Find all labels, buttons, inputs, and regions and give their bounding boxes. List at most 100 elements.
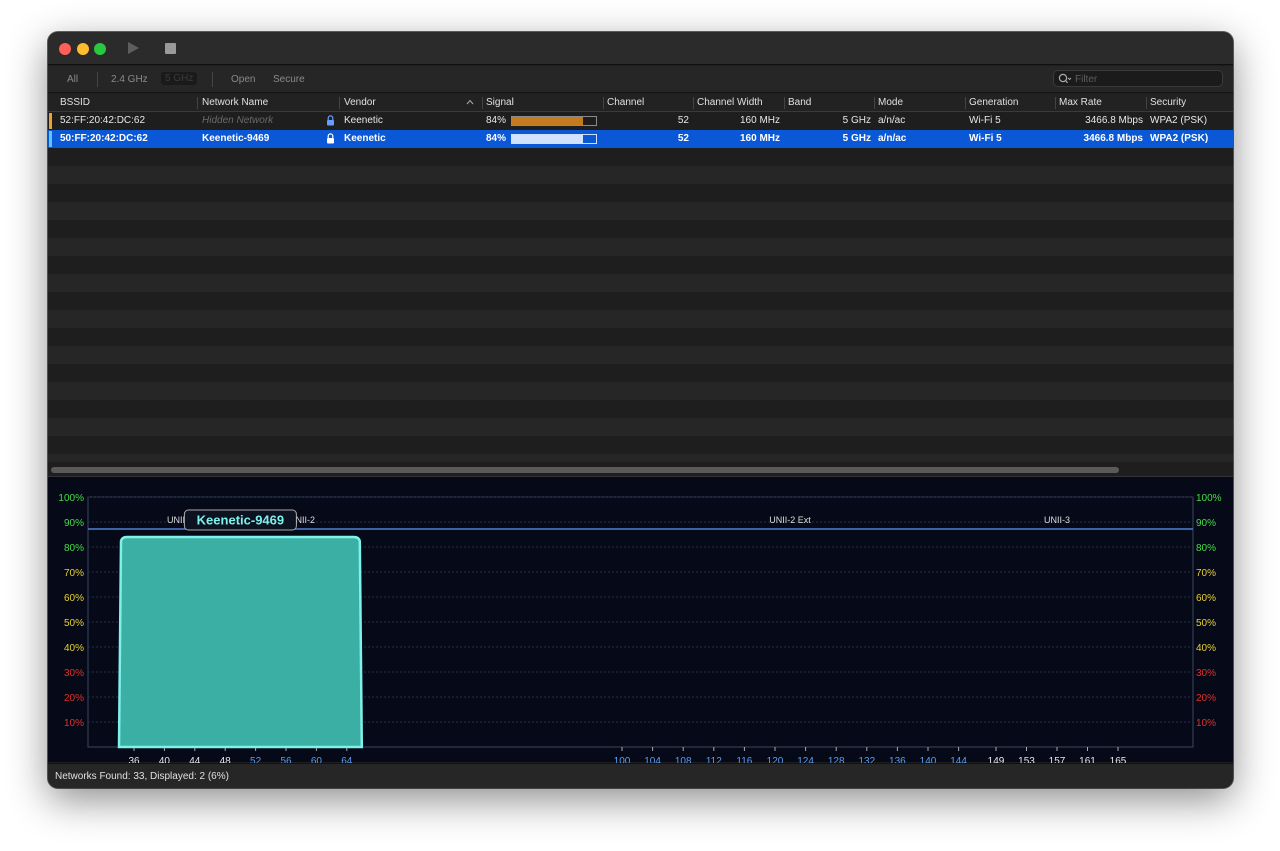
empty-row [48,202,1233,220]
filter-5ghz[interactable]: 5 GHz [161,72,198,85]
x-tick-label: 104 [644,756,661,763]
minimize-window-button[interactable] [77,43,89,55]
x-tick-label: 56 [280,756,292,763]
empty-row [48,454,1233,462]
x-tick-label: 120 [767,756,784,763]
filter-secure[interactable]: Secure [273,74,305,85]
y-tick-label-right: 80% [1196,543,1216,554]
column-divider [693,97,694,109]
cell-mode: a/n/ac [878,115,906,126]
cell-bssid: 50:FF:20:42:DC:62 [60,133,148,144]
column-bssid[interactable]: BSSID [60,97,90,108]
y-tick-label-left: 60% [64,593,84,604]
channel-chart-svg: 10% 10% 20% 20% 30% 30% 40% 40% 50% 50% 60% 60% 70% 7… [58,493,1222,779]
network-signal-shape [117,535,364,749]
cell-security: WPA2 (PSK) [1150,133,1209,144]
signal-meter [511,116,597,126]
x-tick-label: 108 [675,756,692,763]
toolbar-divider [97,72,98,87]
column-channel-width[interactable]: Channel Width [697,97,763,108]
column-channel[interactable]: Channel [607,97,644,108]
cell-channel-width: 160 MHz [739,115,780,126]
x-tick-label: 132 [858,756,875,763]
cell-generation: Wi-Fi 5 [969,115,1001,126]
search-icon[interactable] [1058,73,1072,85]
column-mode[interactable]: Mode [878,97,903,108]
x-tick-label: 153 [1018,756,1035,763]
x-tick-label: 100 [614,756,631,763]
x-tick-label: 52 [250,756,262,763]
stop-icon[interactable] [165,43,176,54]
column-divider [784,97,785,109]
y-tick-label-right: 70% [1196,568,1216,579]
cell-max-rate: 3466.8 Mbps [1083,133,1143,144]
status-text: Networks Found: 33, Displayed: 2 (6%) [55,771,229,782]
filter-open[interactable]: Open [231,74,255,85]
x-tick-label: 128 [828,756,845,763]
horizontal-scrollbar[interactable] [48,464,1233,476]
x-tick-label: 36 [128,756,140,763]
lock-icon [327,133,334,144]
empty-row [48,274,1233,292]
y-tick-label-right: 60% [1196,593,1216,604]
search-input[interactable] [1075,72,1215,86]
x-tick-label: 161 [1079,756,1096,763]
y-tick-label-right: 50% [1196,618,1216,629]
app-window: All 2.4 GHz 5 GHz Open Secure BSSID Netw… [48,32,1233,788]
filter-2-4ghz[interactable]: 2.4 GHz [111,74,148,85]
empty-row [48,292,1233,310]
column-max-rate[interactable]: Max Rate [1059,97,1102,108]
scrollbar-thumb[interactable] [51,467,1119,473]
column-band[interactable]: Band [788,97,811,108]
column-signal[interactable]: Signal [486,97,514,108]
filter-all[interactable]: All [67,74,78,85]
table-row[interactable]: 52:FF:20:42:DC:62 Hidden Network Keeneti… [48,112,1233,130]
x-tick-label: 112 [706,756,722,763]
play-icon[interactable] [126,41,140,55]
y-tick-label-right: 90% [1196,518,1216,529]
y-tick-label-left: 90% [64,518,84,529]
y-tick-label-left: 20% [64,693,84,704]
table-header: BSSID Network Name Vendor Signal Channel… [48,94,1233,112]
y-tick-label-left: 80% [64,543,84,554]
empty-row [48,418,1233,436]
band-label: UNII-3 [1044,515,1070,525]
row-color-marker [49,113,52,129]
band-label: UNII-2 Ext [769,515,811,525]
column-network-name[interactable]: Network Name [202,97,268,108]
cell-band: 5 GHz [842,115,871,126]
y-tick-label-right: 40% [1196,643,1216,654]
close-window-button[interactable] [59,43,71,55]
x-tick-label: 149 [988,756,1005,763]
cell-mode: a/n/ac [878,133,907,144]
empty-row [48,148,1233,166]
column-vendor[interactable]: Vendor [344,97,376,108]
zoom-window-button[interactable] [94,43,106,55]
x-tick-label: 136 [889,756,906,763]
networks-table: BSSID Network Name Vendor Signal Channel… [48,94,1233,462]
cell-signal-text: 84% [486,115,507,126]
y-tick-label-left: 70% [64,568,84,579]
y-tick-label-right: 10% [1196,718,1216,729]
cell-network-name: Keenetic-9469 [202,133,270,144]
x-tick-label: 116 [736,756,752,763]
table-body: 52:FF:20:42:DC:62 Hidden Network Keeneti… [48,112,1233,462]
x-tick-label: 64 [341,756,353,763]
column-divider [1055,97,1056,109]
empty-row [48,400,1233,418]
y-tick-label-right: 100% [1196,493,1222,504]
cell-max-rate: 3466.8 Mbps [1085,115,1143,126]
toolbar-divider [212,72,213,87]
column-generation[interactable]: Generation [969,97,1018,108]
y-tick-label-left: 100% [58,493,84,504]
x-tick-label: 157 [1049,756,1066,763]
empty-row [48,256,1233,274]
table-row-selected[interactable]: 50:FF:20:42:DC:62 Keenetic-9469 Keenetic… [48,130,1233,148]
cell-channel: 52 [677,115,689,126]
column-divider [603,97,604,109]
column-divider [482,97,483,109]
lock-icon [327,115,334,126]
column-divider [965,97,966,109]
column-security[interactable]: Security [1150,97,1186,108]
cell-channel-width: 160 MHz [739,133,780,144]
